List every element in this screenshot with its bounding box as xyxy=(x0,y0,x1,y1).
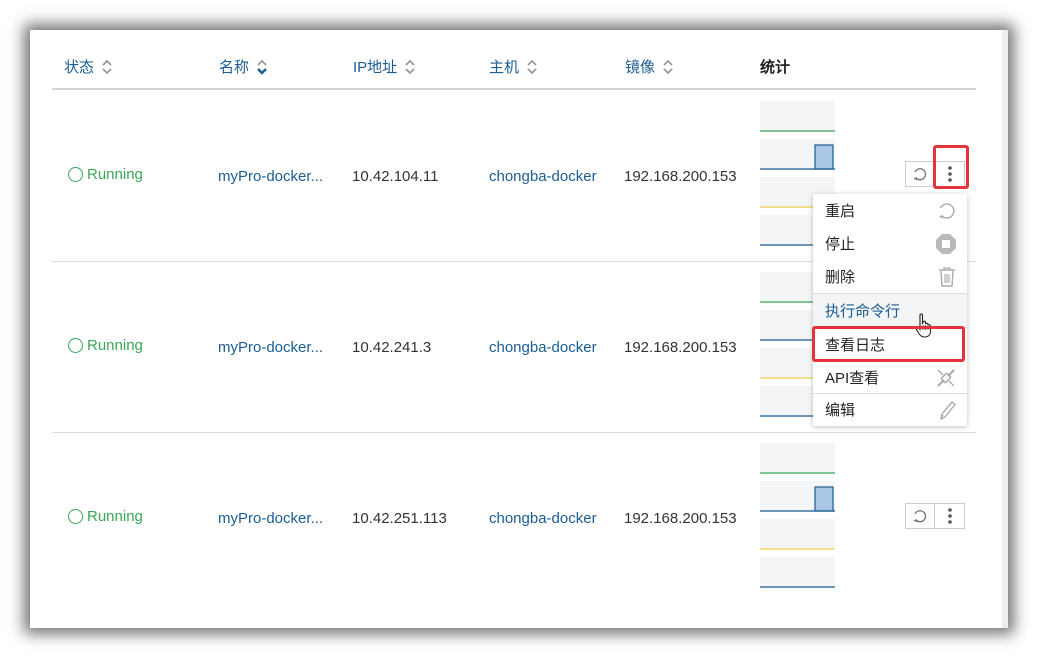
highlight-more-actions xyxy=(933,145,969,189)
image-name: 192.168.200.153 xyxy=(624,168,737,185)
storage-sparkline xyxy=(760,557,835,588)
table-header: 状态 名称 IP地址 主机 镜像 统计 xyxy=(52,30,976,90)
restart-button[interactable] xyxy=(905,503,935,529)
memory-sparkline xyxy=(760,139,835,170)
menu-item-execute-shell[interactable]: 执行命令行 xyxy=(813,294,967,327)
ip-address: 10.42.241.3 xyxy=(352,339,432,356)
cpu-sparkline xyxy=(760,101,835,132)
menu-item-label: 删除 xyxy=(825,269,856,286)
ip-address: 10.42.251.113 xyxy=(352,510,447,527)
container-actions-menu: 重启 停止 删除 执行命令行 查看日志 API查看 编辑 xyxy=(813,194,967,426)
kebab-menu-icon xyxy=(947,508,952,524)
column-label: 名称 xyxy=(219,59,250,76)
column-label: 统计 xyxy=(760,59,791,76)
api-icon xyxy=(937,368,955,387)
sort-desc-icon xyxy=(257,59,267,75)
restart-button[interactable] xyxy=(905,161,935,187)
restart-icon xyxy=(913,510,927,523)
container-name-link[interactable]: myPro-docker... xyxy=(218,510,342,527)
menu-item-stop[interactable]: 停止 xyxy=(813,227,967,260)
status-badge: Running xyxy=(68,337,143,354)
row-actions xyxy=(905,503,965,529)
column-header-name[interactable]: 名称 xyxy=(219,56,267,77)
sort-both-icon xyxy=(102,59,112,75)
memory-sparkline xyxy=(760,481,835,512)
column-header-ip[interactable]: IP地址 xyxy=(353,56,415,77)
restart-icon xyxy=(913,168,927,181)
host-link[interactable]: chongba-docker xyxy=(489,339,597,356)
restart-icon xyxy=(939,202,955,219)
column-label: 主机 xyxy=(489,59,520,76)
status-text: Running xyxy=(87,166,143,183)
host-link[interactable]: chongba-docker xyxy=(489,510,597,527)
column-header-host[interactable]: 主机 xyxy=(489,56,537,77)
highlight-view-logs xyxy=(812,326,965,362)
column-label: 镜像 xyxy=(625,59,656,76)
menu-item-label: 编辑 xyxy=(825,402,856,419)
menu-item-restart[interactable]: 重启 xyxy=(813,194,967,227)
column-label: IP地址 xyxy=(353,59,398,76)
sort-both-icon xyxy=(527,59,537,75)
more-actions-button[interactable] xyxy=(935,503,965,529)
menu-item-label: API查看 xyxy=(825,370,880,387)
cpu-sparkline xyxy=(760,443,835,474)
image-name: 192.168.200.153 xyxy=(624,510,737,527)
container-name-link[interactable]: myPro-docker... xyxy=(218,168,342,185)
status-badge: Running xyxy=(68,166,143,183)
running-circle-icon xyxy=(68,509,83,524)
column-header-stats: 统计 xyxy=(760,56,790,77)
stats-sparklines xyxy=(760,443,835,595)
menu-item-edit[interactable]: 编辑 xyxy=(813,393,967,426)
pencil-icon xyxy=(940,400,956,420)
status-text: Running xyxy=(87,337,143,354)
sort-both-icon xyxy=(405,59,415,75)
column-header-image[interactable]: 镜像 xyxy=(625,56,673,77)
vertical-scrollbar[interactable] xyxy=(1002,30,1008,628)
running-circle-icon xyxy=(68,167,83,182)
ip-address: 10.42.104.11 xyxy=(352,168,439,185)
status-text: Running xyxy=(87,508,143,525)
host-link[interactable]: chongba-docker xyxy=(489,168,597,185)
menu-item-label: 停止 xyxy=(825,236,856,253)
menu-item-label: 执行命令行 xyxy=(825,303,901,320)
column-header-status[interactable]: 状态 xyxy=(64,56,112,77)
container-list-panel: 状态 名称 IP地址 主机 镜像 统计 Running myPro-docker… xyxy=(30,30,1008,628)
network-sparkline xyxy=(760,519,835,550)
table-row: Running myPro-docker... 10.42.251.113 ch… xyxy=(52,433,976,604)
column-label: 状态 xyxy=(64,59,95,76)
menu-item-api-view[interactable]: API查看 xyxy=(813,361,967,394)
image-name: 192.168.200.153 xyxy=(624,339,737,356)
status-badge: Running xyxy=(68,508,143,525)
sort-both-icon xyxy=(663,59,673,75)
stop-icon xyxy=(936,233,956,254)
trash-icon xyxy=(939,266,955,287)
running-circle-icon xyxy=(68,338,83,353)
menu-item-label: 重启 xyxy=(825,203,856,220)
container-name-link[interactable]: myPro-docker... xyxy=(218,339,342,356)
menu-item-delete[interactable]: 删除 xyxy=(813,260,967,293)
